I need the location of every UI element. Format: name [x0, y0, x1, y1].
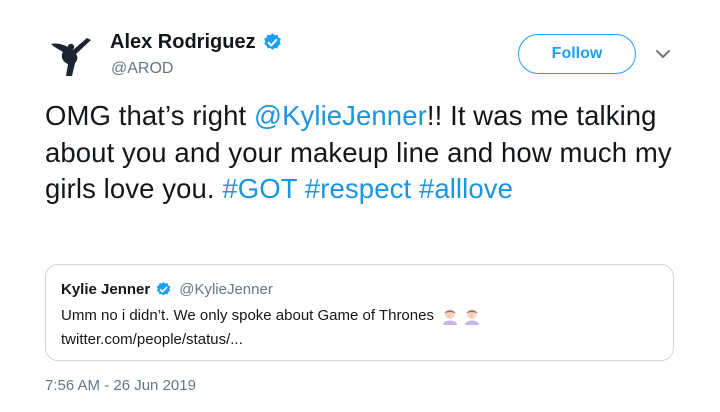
quoted-tweet-text: Umm no i didn’t. We only spoke about Gam… — [61, 306, 481, 326]
hashtag-link[interactable]: #alllove — [419, 173, 513, 204]
tweet-card: Alex Rodriguez @AROD Follow OMG that’s r… — [0, 0, 720, 412]
tweet-text-space — [297, 173, 305, 204]
quoted-tweet-link[interactable]: twitter.com/people/status/... — [61, 331, 243, 348]
hashtag-link[interactable]: #respect — [305, 173, 411, 204]
quoted-tweet[interactable]: Kylie Jenner @KylieJenner Umm no i didn’… — [45, 264, 674, 361]
quoted-tweet-text-content: Umm no i didn’t. We only spoke about Gam… — [61, 307, 434, 324]
verified-badge-icon — [155, 281, 172, 298]
author-name[interactable]: Alex Rodriguez — [110, 31, 283, 54]
quoted-author-handle: @KylieJenner — [179, 281, 273, 298]
chevron-down-icon[interactable] — [654, 45, 672, 63]
facepalm-emoji-icon — [441, 307, 459, 325]
author-name-text[interactable]: Alex Rodriguez — [110, 31, 256, 54]
follow-button[interactable]: Follow — [518, 34, 636, 74]
quoted-author-name: Kylie Jenner — [61, 281, 151, 298]
logo-avatar-icon — [51, 38, 91, 76]
tweet-timestamp[interactable]: 7:56 AM - 26 Jun 2019 — [45, 377, 196, 394]
hashtag-link[interactable]: #GOT — [222, 173, 297, 204]
facepalm-emoji-icon — [463, 307, 481, 325]
tweet-text-part: OMG that’s right — [45, 100, 255, 131]
avatar[interactable] — [45, 30, 95, 80]
quoted-tweet-header: Kylie Jenner @KylieJenner — [61, 281, 273, 298]
tweet-text-space — [411, 173, 419, 204]
author-handle[interactable]: @AROD — [111, 60, 173, 78]
mention-link[interactable]: @KylieJenner — [254, 100, 427, 131]
verified-badge-icon — [262, 32, 283, 53]
tweet-text: OMG that’s right @KylieJenner!! It was m… — [45, 98, 685, 208]
